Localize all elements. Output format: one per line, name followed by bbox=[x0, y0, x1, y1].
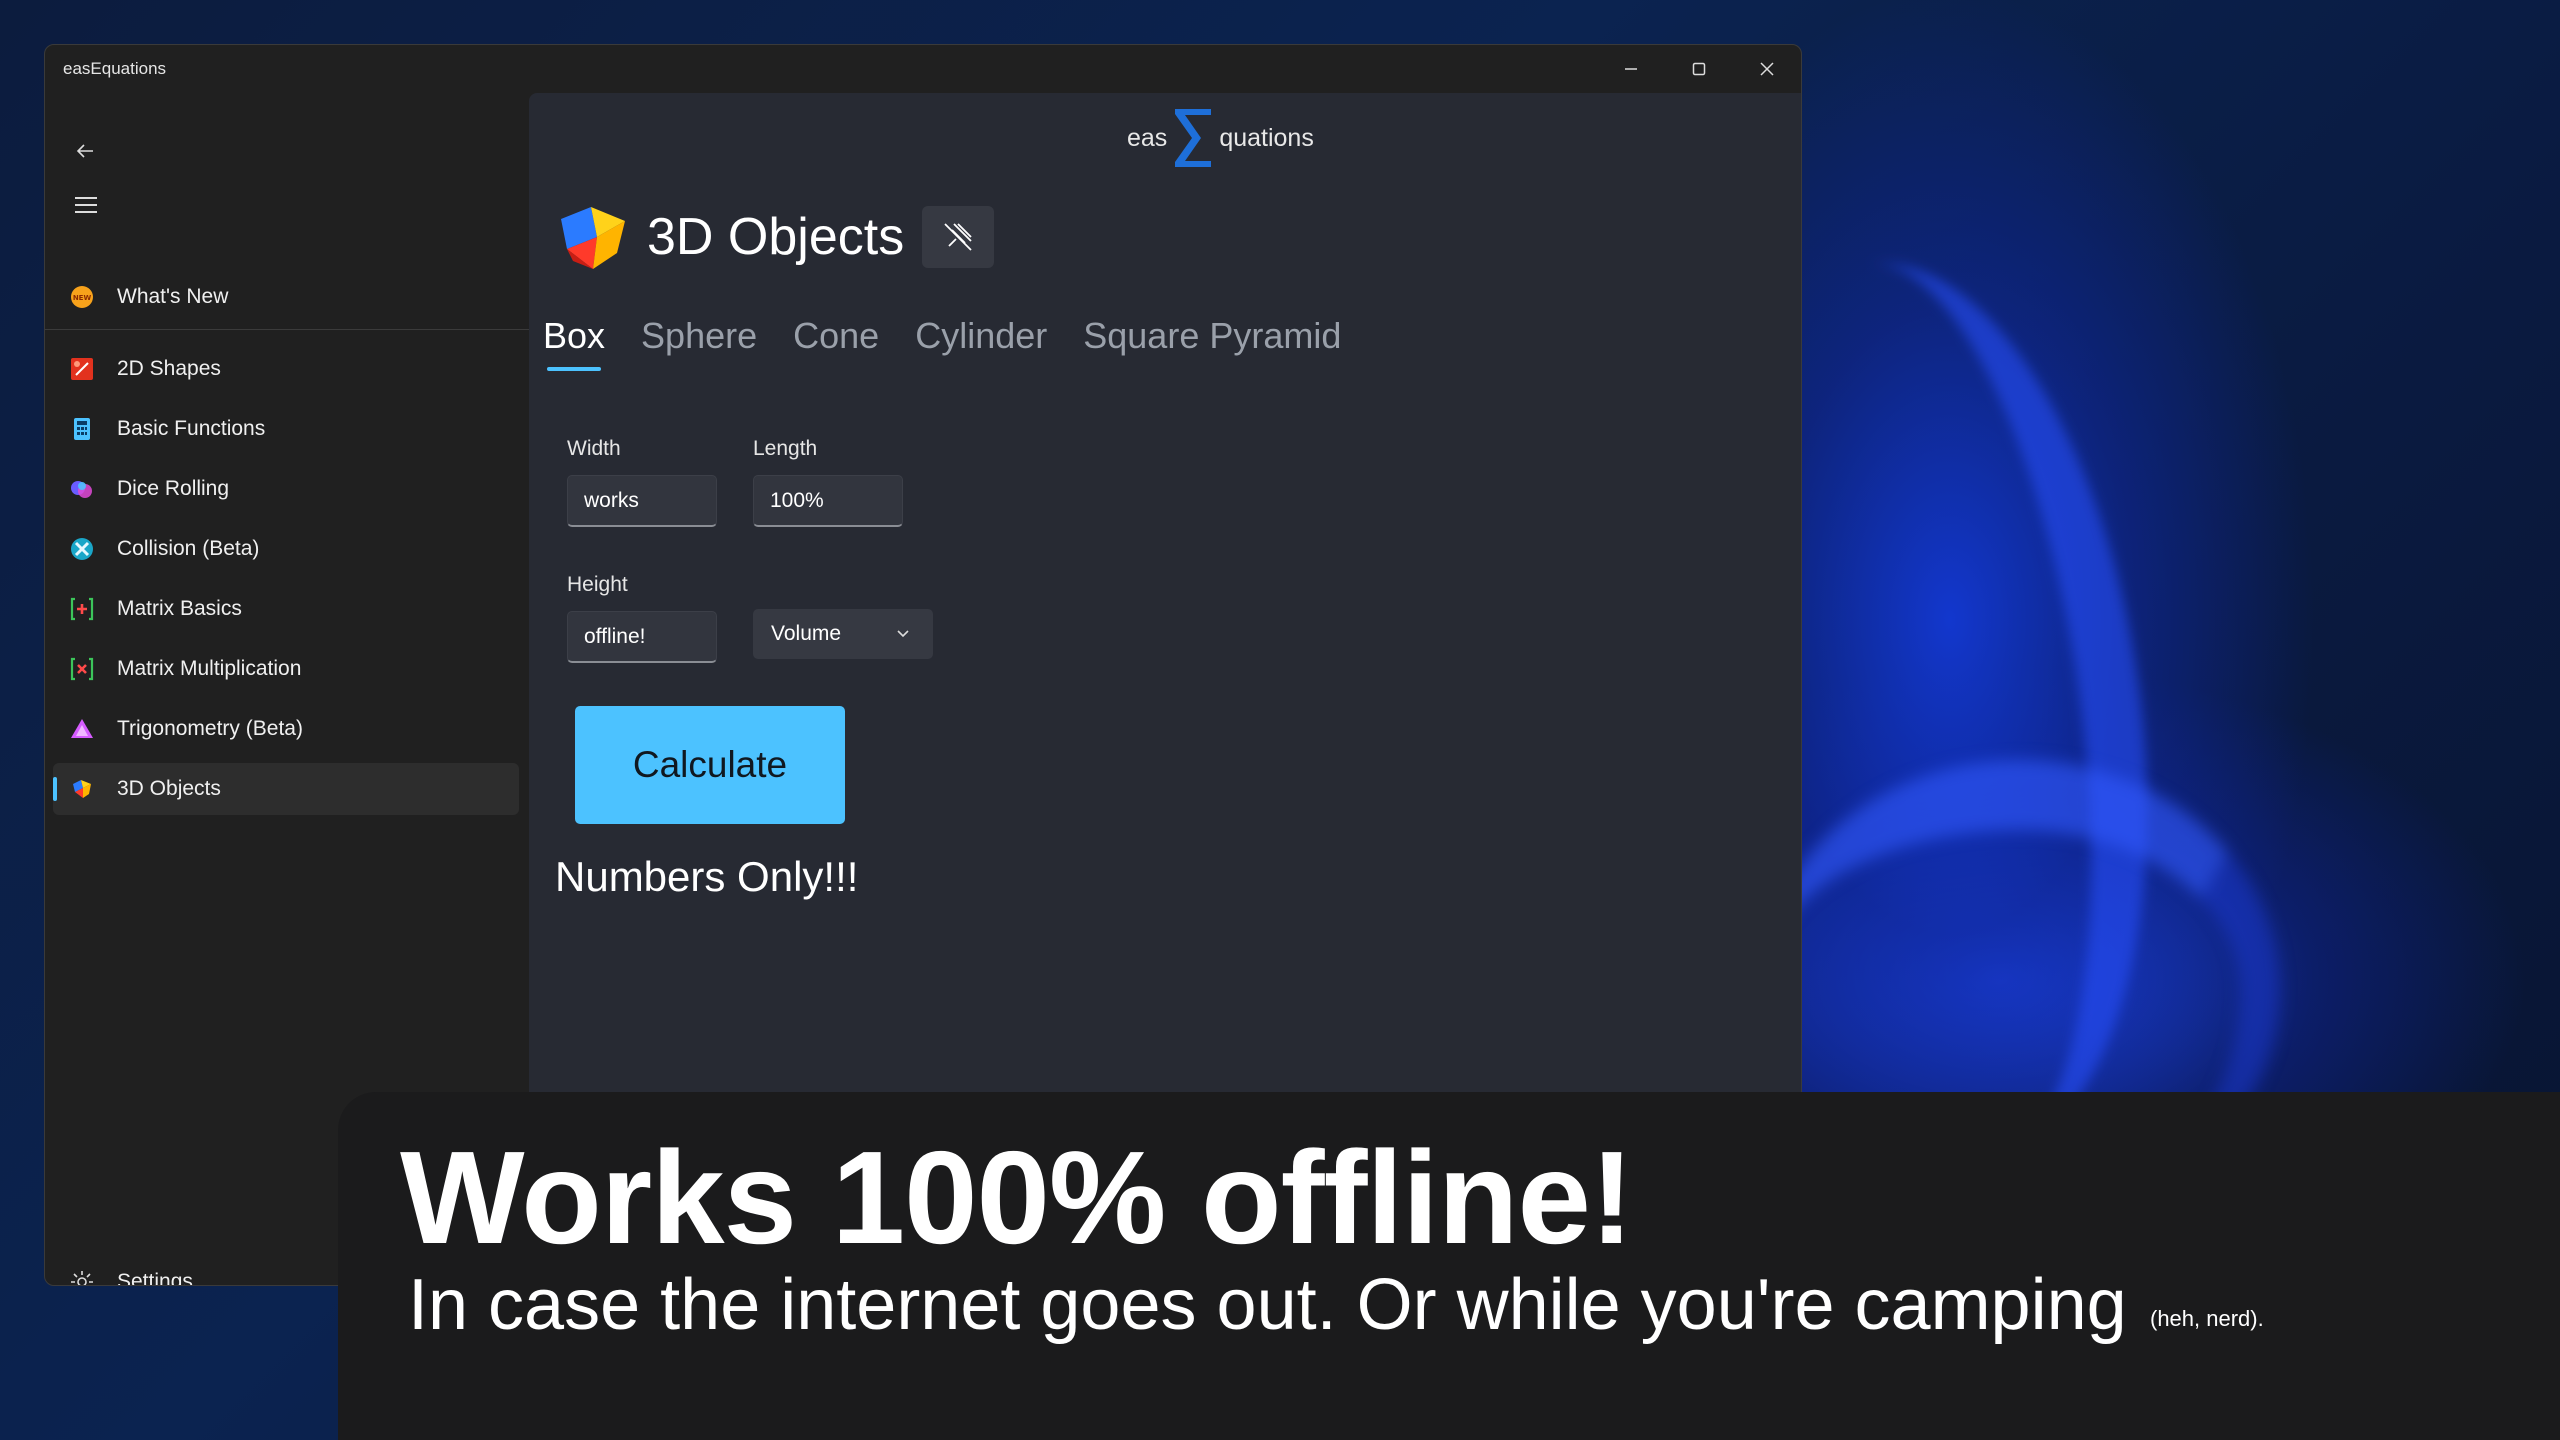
minimize-button[interactable] bbox=[1597, 45, 1665, 93]
sigma-icon bbox=[1175, 109, 1212, 167]
sidebar-item-label: Matrix Basics bbox=[117, 597, 242, 620]
close-icon bbox=[1760, 62, 1774, 76]
triangle-icon bbox=[69, 716, 95, 742]
unpin-button[interactable] bbox=[922, 206, 995, 268]
result-text: Numbers Only!!! bbox=[555, 853, 859, 900]
app-logo: eas quations bbox=[1127, 103, 1314, 173]
page-header: 3D Objects bbox=[553, 197, 995, 277]
promo-banner: Works 100% offline! In case the internet… bbox=[338, 1092, 2560, 1440]
tab-cylinder[interactable]: Cylinder bbox=[915, 315, 1047, 367]
banner-subline: In case the internet goes out. Or while … bbox=[408, 1265, 2127, 1345]
sidebar-divider bbox=[45, 329, 529, 330]
sidebar-item-label: Matrix Multiplication bbox=[117, 657, 302, 680]
cube-icon bbox=[69, 776, 95, 802]
height-label: Height bbox=[567, 573, 628, 596]
sidebar-item-basic-functions[interactable]: Basic Functions bbox=[53, 403, 519, 455]
sidebar-item-2d-shapes[interactable]: 2D Shapes bbox=[53, 343, 519, 395]
sidebar-item-label: Basic Functions bbox=[117, 417, 266, 440]
minimize-icon bbox=[1625, 68, 1637, 70]
back-arrow-icon bbox=[76, 144, 93, 158]
sidebar-item-3d-objects[interactable]: 3D Objects bbox=[53, 763, 519, 815]
sidebar-item-label: Dice Rolling bbox=[117, 477, 230, 500]
sidebar-item-label: Trigonometry (Beta) bbox=[117, 717, 303, 740]
dropdown-selected-value: Volume bbox=[771, 622, 842, 645]
page-title: 3D Objects bbox=[647, 208, 905, 266]
calculation-mode-dropdown[interactable]: Volume bbox=[753, 609, 933, 659]
sidebar-item-matrix-multiplication[interactable]: Matrix Multiplication bbox=[53, 643, 519, 695]
back-button[interactable] bbox=[63, 129, 107, 173]
sidebar-item-label: 3D Objects bbox=[117, 777, 221, 800]
menu-toggle-button[interactable] bbox=[67, 185, 107, 225]
sidebar-item-label: What's New bbox=[117, 285, 229, 308]
settings-label: Settings bbox=[117, 1270, 193, 1286]
cube-icon bbox=[561, 207, 625, 269]
tab-box[interactable]: Box bbox=[543, 315, 605, 371]
title-bar[interactable]: easEquations bbox=[45, 45, 1801, 93]
window-controls bbox=[1597, 45, 1801, 93]
tab-sphere[interactable]: Sphere bbox=[641, 315, 757, 367]
sidebar-item-collision[interactable]: Collision (Beta) bbox=[53, 523, 519, 575]
logo-text-left: eas bbox=[1127, 123, 1168, 152]
maximize-button[interactable] bbox=[1665, 45, 1733, 93]
banner-headline: Works 100% offline! bbox=[400, 1124, 1634, 1271]
length-input[interactable]: 100% bbox=[753, 475, 903, 527]
sidebar-item-settings[interactable]: Settings bbox=[69, 1269, 193, 1286]
sidebar-item-label: Collision (Beta) bbox=[117, 537, 260, 560]
new-badge-icon: NEW bbox=[69, 284, 95, 310]
sidebar-item-dice-rolling[interactable]: Dice Rolling bbox=[53, 463, 519, 515]
dice-icon bbox=[69, 476, 95, 502]
calculate-button[interactable]: Calculate bbox=[575, 706, 845, 824]
width-input[interactable]: works bbox=[567, 475, 717, 527]
sidebar-item-label: 2D Shapes bbox=[117, 357, 221, 380]
gear-icon bbox=[71, 1271, 93, 1285]
shapes-2d-icon bbox=[69, 356, 95, 382]
banner-note: (heh, nerd). bbox=[2150, 1306, 2264, 1331]
sidebar-item-whats-new[interactable]: NEW What's New bbox=[53, 271, 519, 323]
unpin-icon bbox=[944, 223, 972, 251]
collision-icon bbox=[69, 536, 95, 562]
chevron-down-icon bbox=[897, 630, 909, 638]
tab-square-pyramid[interactable]: Square Pyramid bbox=[1083, 315, 1341, 367]
calculator-icon bbox=[69, 416, 95, 442]
length-label: Length bbox=[753, 437, 818, 460]
shape-tabs: Box Sphere Cone Cylinder Square Pyramid bbox=[543, 315, 1377, 371]
matrix-times-icon bbox=[69, 656, 95, 682]
window-title: easEquations bbox=[63, 59, 167, 78]
close-button[interactable] bbox=[1733, 45, 1801, 93]
logo-text-right: quations bbox=[1219, 123, 1314, 152]
width-label: Width bbox=[567, 437, 621, 460]
matrix-plus-icon bbox=[69, 596, 95, 622]
sidebar-item-trigonometry[interactable]: Trigonometry (Beta) bbox=[53, 703, 519, 755]
tab-cone[interactable]: Cone bbox=[793, 315, 879, 367]
svg-text:NEW: NEW bbox=[73, 294, 92, 302]
sidebar-item-matrix-basics[interactable]: Matrix Basics bbox=[53, 583, 519, 635]
height-input[interactable]: offline! bbox=[567, 611, 717, 663]
maximize-icon bbox=[1692, 62, 1706, 76]
